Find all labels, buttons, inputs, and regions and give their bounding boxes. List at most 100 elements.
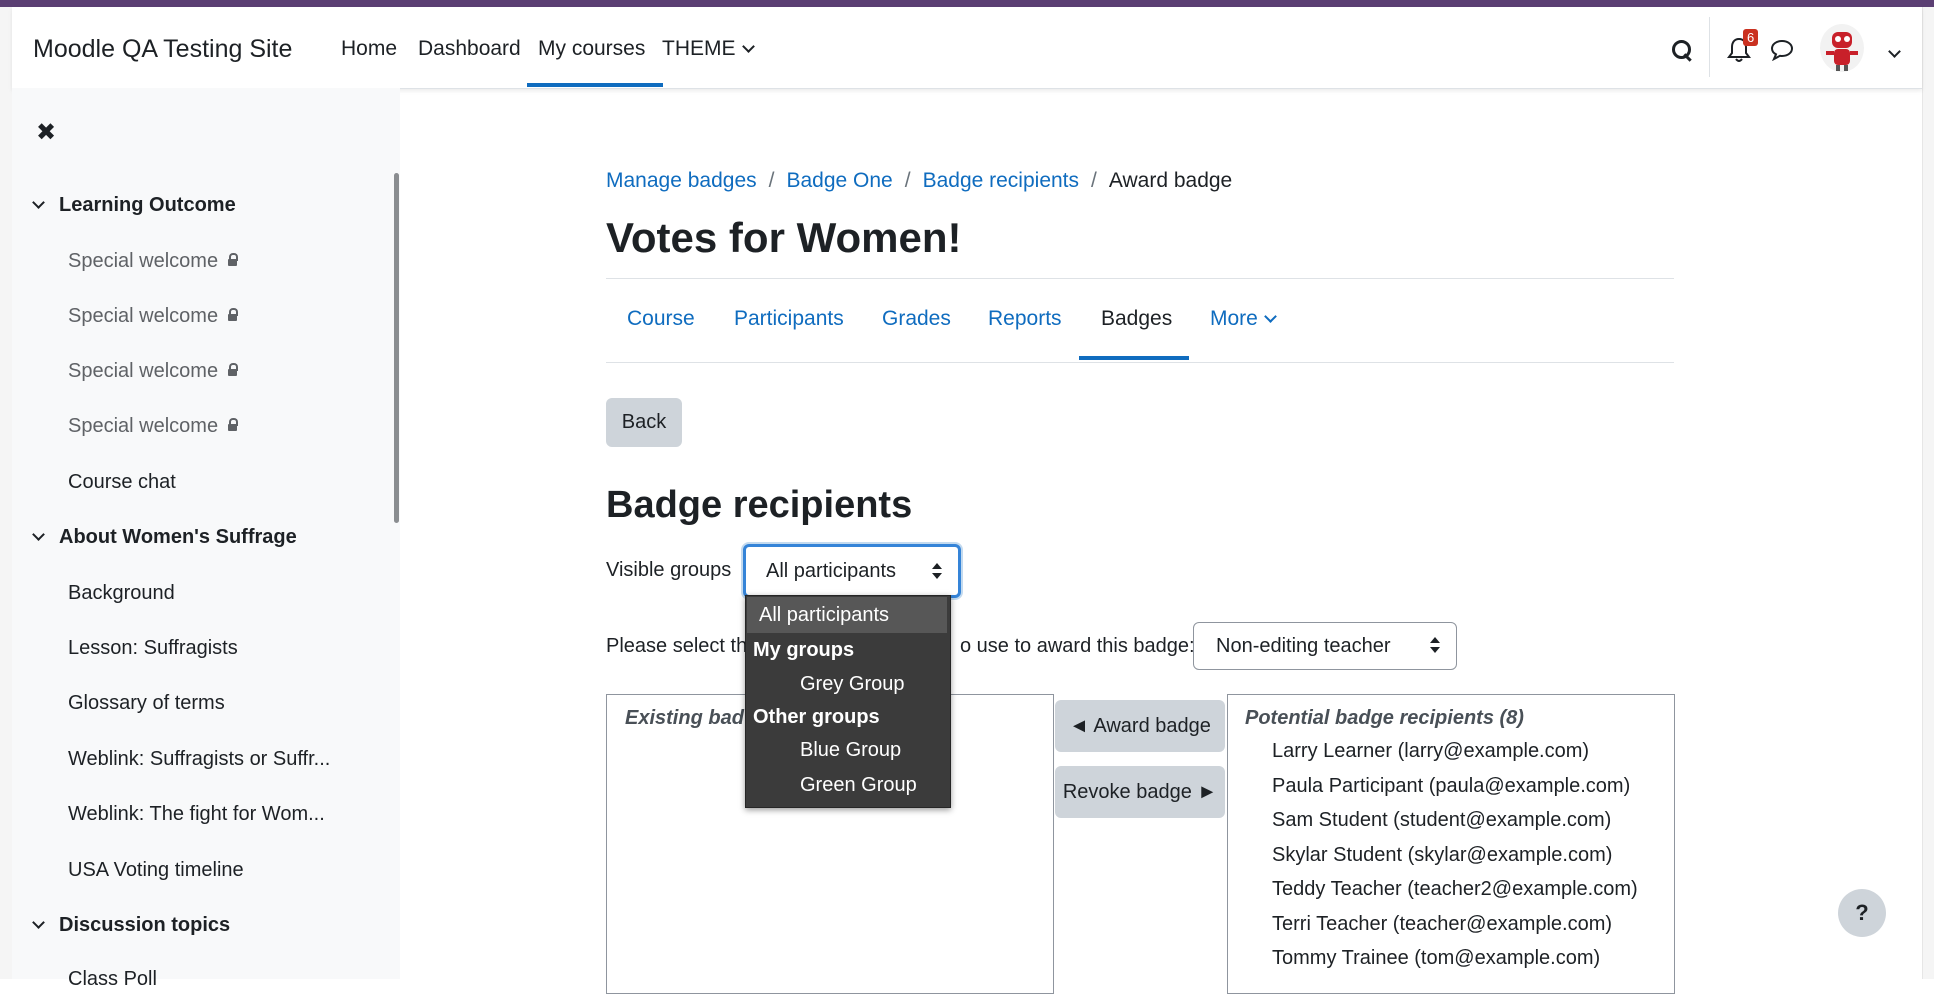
breadcrumb-separator: /	[1091, 169, 1097, 192]
visible-groups-dropdown: All participants My groups Grey Group Ot…	[745, 595, 951, 808]
option-label: All participants	[759, 604, 890, 626]
course-index-item[interactable]: Course chat	[68, 471, 176, 494]
nav-dashboard[interactable]: Dashboard	[418, 37, 521, 61]
section-title: About Women's Suffrage	[59, 526, 297, 548]
course-index-item[interactable]: Class Poll	[68, 968, 157, 991]
brand-stripe	[0, 0, 1934, 7]
list-item[interactable]: Larry Learner (larry@example.com)	[1272, 740, 1589, 763]
secondary-navigation: Course Participants Grades Reports Badge…	[606, 278, 1674, 363]
course-index-drawer: ✖ Learning Outcome Special welcome Speci…	[12, 88, 400, 990]
top-navbar: Moodle QA Testing Site Home Dashboard My…	[12, 7, 1922, 89]
course-index-item[interactable]: Special welcome	[68, 305, 239, 328]
dropdown-option[interactable]: Green Group	[800, 774, 917, 797]
drawer-scrollbar[interactable]	[394, 173, 399, 523]
section-title: Discussion topics	[59, 914, 231, 936]
optgroup-label: Other groups	[753, 706, 880, 728]
list-item[interactable]: Tommy Trainee (tom@example.com)	[1272, 947, 1600, 970]
notification-count-badge: 6	[1743, 29, 1759, 46]
nav-theme[interactable]: THEME	[662, 37, 755, 61]
dropdown-option-selected[interactable]: All participants	[747, 597, 947, 633]
course-index-item[interactable]: Special welcome	[68, 415, 239, 438]
user-menu-chevron-icon[interactable]	[1888, 45, 1901, 58]
visible-groups-label: Visible groups	[606, 559, 732, 581]
tab-participants[interactable]: Participants	[734, 307, 844, 331]
course-index-item[interactable]: Special welcome	[68, 360, 239, 383]
course-index-item[interactable]: Special welcome	[68, 250, 239, 273]
help-button[interactable]: ?	[1838, 889, 1886, 937]
role-prompt-label: o use to award this badge:	[960, 635, 1195, 657]
chevron-down-icon	[32, 916, 45, 929]
item-label: Special welcome	[68, 250, 219, 272]
course-index-item[interactable]: Glossary of terms	[68, 692, 225, 715]
list-item[interactable]: Paula Participant (paula@example.com)	[1272, 775, 1630, 798]
visible-groups-select[interactable]: All participants	[743, 544, 961, 598]
course-index-item[interactable]: Background	[68, 582, 175, 605]
optgroup-label: My groups	[753, 639, 855, 661]
chevron-down-icon	[1263, 310, 1277, 323]
section-title: Learning Outcome	[59, 194, 236, 216]
dropdown-option[interactable]: Blue Group	[800, 739, 901, 762]
page-title: Votes for Women!	[606, 214, 962, 261]
course-index-item[interactable]: USA Voting timeline	[68, 859, 244, 882]
section-heading: Badge recipients	[606, 484, 913, 526]
chevron-down-icon	[32, 528, 45, 541]
breadcrumb-link[interactable]: Manage badges	[606, 169, 757, 192]
nav-home[interactable]: Home	[341, 37, 397, 61]
select-value: All participants	[766, 559, 897, 582]
tab-more-label: More	[1210, 307, 1258, 330]
revoke-badge-button[interactable]: Revoke badge ►	[1055, 766, 1225, 818]
course-index-item[interactable]: Weblink: The fight for Wom...	[68, 803, 325, 826]
lock-icon	[228, 418, 239, 431]
lock-icon	[228, 253, 239, 266]
list-heading: Potential badge recipients (8)	[1245, 707, 1524, 729]
back-button[interactable]: Back	[606, 398, 682, 447]
lock-icon	[228, 308, 239, 321]
list-item[interactable]: Skylar Student (skylar@example.com)	[1272, 844, 1612, 867]
tab-more[interactable]: More	[1210, 307, 1277, 331]
chevron-down-icon	[32, 196, 45, 209]
dropdown-option[interactable]: Grey Group	[800, 673, 904, 696]
page-scrollbar[interactable]	[1922, 7, 1934, 979]
breadcrumb-separator: /	[904, 169, 911, 192]
tab-reports[interactable]: Reports	[988, 307, 1062, 331]
list-item[interactable]: Teddy Teacher (teacher2@example.com)	[1272, 878, 1638, 901]
potential-recipients-list[interactable]: Potential badge recipients (8) Larry Lea…	[1227, 694, 1675, 994]
course-index-item[interactable]: Weblink: Suffragists or Suffr...	[68, 748, 330, 771]
close-icon[interactable]: ✖	[36, 118, 56, 147]
search-icon[interactable]	[1671, 39, 1693, 62]
select-arrows-icon	[1430, 637, 1440, 655]
chevron-down-icon	[741, 40, 755, 53]
chat-icon[interactable]	[1770, 39, 1794, 62]
breadcrumb-current: Award badge	[1108, 169, 1233, 192]
item-label: Special welcome	[68, 415, 219, 437]
course-index-item[interactable]: Lesson: Suffragists	[68, 637, 238, 660]
user-avatar[interactable]	[1820, 24, 1864, 72]
select-arrows-icon	[932, 563, 942, 581]
item-label: Special welcome	[68, 360, 219, 382]
list-item[interactable]: Sam Student (student@example.com)	[1272, 809, 1611, 832]
award-role-select[interactable]: Non-editing teacher	[1193, 622, 1457, 670]
site-name[interactable]: Moodle QA Testing Site	[33, 35, 292, 64]
tab-badges[interactable]: Badges	[1101, 307, 1172, 331]
role-prompt-label: Please select th	[606, 635, 748, 657]
breadcrumb-separator: /	[768, 169, 775, 192]
section-about-womens-suffrage[interactable]: About Women's Suffrage	[32, 526, 297, 549]
breadcrumb-link[interactable]: Badge One	[786, 169, 892, 192]
list-item[interactable]: Terri Teacher (teacher@example.com)	[1272, 913, 1612, 936]
select-value: Non-editing teacher	[1216, 634, 1391, 657]
nav-my-courses[interactable]: My courses	[538, 37, 645, 61]
award-badge-button[interactable]: ◄ Award badge	[1055, 700, 1225, 752]
lock-icon	[228, 363, 239, 376]
tab-course[interactable]: Course	[627, 307, 695, 331]
nav-theme-label: THEME	[662, 37, 736, 60]
breadcrumb: Manage badges / Badge One / Badge recipients…	[606, 169, 1232, 193]
tab-active-indicator	[1079, 356, 1189, 360]
breadcrumb-link[interactable]: Badge recipients	[923, 169, 1079, 192]
list-heading: Existing bad	[625, 707, 744, 729]
section-discussion-topics[interactable]: Discussion topics	[32, 914, 231, 937]
section-learning-outcome[interactable]: Learning Outcome	[32, 194, 236, 217]
tab-grades[interactable]: Grades	[882, 307, 951, 331]
nav-active-indicator	[527, 83, 663, 87]
nav-divider	[1709, 17, 1710, 77]
left-edge	[0, 7, 12, 979]
